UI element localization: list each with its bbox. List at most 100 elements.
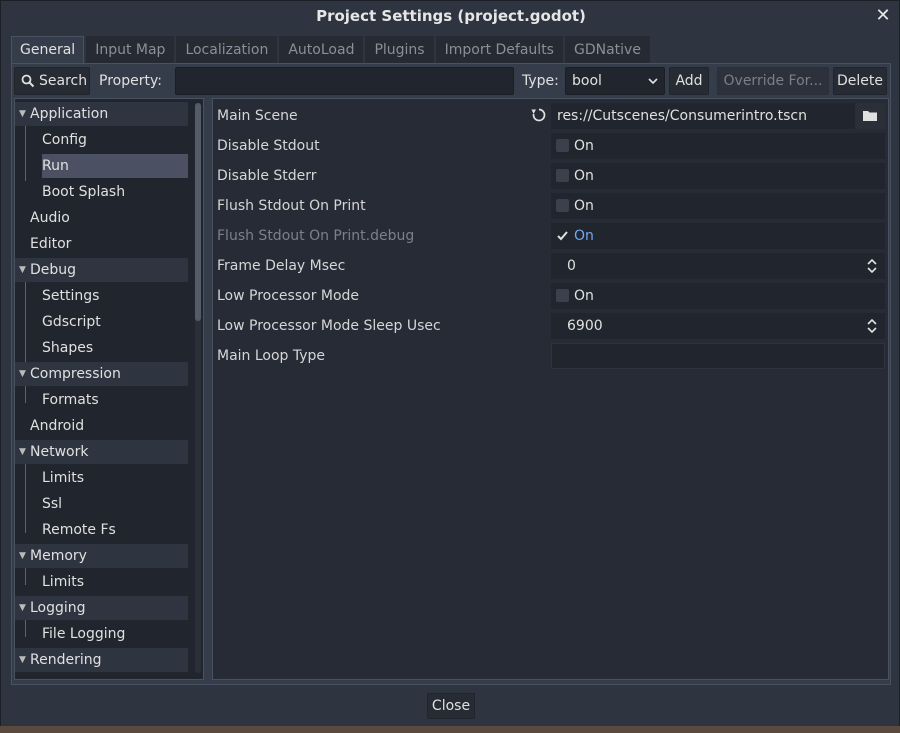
property-row-flush-stdout-debug: Flush Stdout On Print.debug On bbox=[213, 220, 888, 250]
tree-item-debug[interactable]: ▼ Debug bbox=[15, 258, 188, 282]
low-processor-mode-checkbox[interactable]: On bbox=[551, 283, 885, 309]
main-loop-type-input[interactable] bbox=[551, 343, 885, 369]
checkbox-box bbox=[556, 139, 569, 152]
section-tree[interactable]: ▼ Application Config Run Boot Splash Aud… bbox=[14, 98, 204, 680]
close-button[interactable]: Close bbox=[427, 693, 475, 719]
folder-icon bbox=[863, 111, 877, 121]
tree-item-boot-splash[interactable]: Boot Splash bbox=[42, 180, 188, 204]
low-processor-sleep-spinbox[interactable]: 6900 bbox=[551, 313, 885, 339]
tree-item-file-logging[interactable]: File Logging bbox=[42, 622, 188, 646]
tree-item-audio[interactable]: Audio bbox=[30, 206, 188, 230]
tree-item-shapes[interactable]: Shapes bbox=[42, 336, 188, 360]
tree-item-label: Memory bbox=[30, 548, 87, 564]
property-inspector: Main Scene res://Cutscenes/Consumerintro… bbox=[212, 98, 889, 680]
tree-item-editor[interactable]: Editor bbox=[30, 232, 188, 256]
add-button[interactable]: Add bbox=[669, 67, 709, 95]
tree-item-label: Android bbox=[30, 418, 85, 434]
checkbox-label: On bbox=[574, 288, 594, 304]
tab-gdnative[interactable]: GDNative bbox=[564, 36, 650, 64]
tree-item-label: Limits bbox=[42, 470, 84, 486]
tree-item-android[interactable]: Android bbox=[30, 414, 188, 438]
type-label: Type: bbox=[522, 73, 559, 89]
main-scene-path-field[interactable]: res://Cutscenes/Consumerintro.tscn bbox=[551, 103, 885, 129]
tab-import-defaults[interactable]: Import Defaults bbox=[435, 36, 563, 64]
chevron-down-icon: ▼ bbox=[19, 265, 26, 275]
tab-localization[interactable]: Localization bbox=[176, 36, 278, 64]
chevron-down-icon: ▼ bbox=[19, 551, 26, 561]
frame-delay-spinbox[interactable]: 0 bbox=[551, 253, 885, 279]
disable-stdout-checkbox[interactable]: On bbox=[551, 133, 885, 159]
chevron-down-icon bbox=[648, 78, 658, 85]
property-row-main-scene: Main Scene res://Cutscenes/Consumerintro… bbox=[213, 100, 888, 130]
revert-icon[interactable] bbox=[531, 107, 547, 123]
tree-item-compression[interactable]: ▼ Compression bbox=[15, 362, 188, 386]
tree-item-application[interactable]: ▼ Application bbox=[15, 102, 188, 126]
property-label: Property: bbox=[99, 73, 162, 89]
flush-stdout-checkbox[interactable]: On bbox=[551, 193, 885, 219]
main-scene-path: res://Cutscenes/Consumerintro.tscn bbox=[557, 108, 807, 124]
tree-item-remote-fs[interactable]: Remote Fs bbox=[42, 518, 188, 542]
property-name: Low Processor Mode Sleep Usec bbox=[217, 318, 441, 334]
tree-item-label: Application bbox=[30, 106, 109, 122]
tree-connector bbox=[25, 383, 26, 403]
property-name: Main Loop Type bbox=[217, 348, 326, 364]
property-row-frame-delay: Frame Delay Msec 0 bbox=[213, 250, 888, 280]
chevron-down-icon: ▼ bbox=[19, 603, 26, 613]
tree-item-network[interactable]: ▼ Network bbox=[15, 440, 188, 464]
tree-item-settings[interactable]: Settings bbox=[42, 284, 188, 308]
delete-button[interactable]: Delete bbox=[833, 67, 887, 95]
tree-item-memory[interactable]: ▼ Memory bbox=[15, 544, 188, 568]
tree-connector bbox=[25, 565, 26, 585]
spinner-arrows-icon[interactable] bbox=[867, 257, 877, 275]
property-name: Frame Delay Msec bbox=[217, 258, 346, 274]
tree-connector bbox=[25, 617, 26, 637]
tree-connector bbox=[25, 123, 26, 181]
tree-item-label: File Logging bbox=[42, 626, 126, 642]
tree-item-run[interactable]: Run bbox=[42, 154, 188, 178]
tree-item-label: Run bbox=[42, 158, 69, 174]
tree-item-label: Formats bbox=[42, 392, 99, 408]
checkbox-box bbox=[556, 289, 569, 302]
tree-item-label: Rendering bbox=[30, 652, 102, 668]
tree-item-formats[interactable]: Formats bbox=[42, 388, 188, 412]
tree-item-gdscript[interactable]: Gdscript bbox=[42, 310, 188, 334]
tree-scrollbar-thumb[interactable] bbox=[195, 103, 201, 321]
tree-item-memory-limits[interactable]: Limits bbox=[42, 570, 188, 594]
property-row-disable-stdout: Disable Stdout On bbox=[213, 130, 888, 160]
spinner-arrows-icon[interactable] bbox=[867, 317, 877, 335]
property-name: Disable Stdout bbox=[217, 138, 320, 154]
chevron-down-icon: ▼ bbox=[19, 369, 26, 379]
project-settings-window: Project Settings (project.godot) ✕ Gener… bbox=[0, 0, 900, 733]
property-name: Disable Stderr bbox=[217, 168, 317, 184]
tree-item-limits[interactable]: Limits bbox=[42, 466, 188, 490]
checkbox-box bbox=[556, 169, 569, 182]
override-for-button[interactable]: Override For... bbox=[717, 67, 829, 95]
tree-item-logging[interactable]: ▼ Logging bbox=[15, 596, 188, 620]
tab-autoload[interactable]: AutoLoad bbox=[279, 36, 364, 64]
tab-general[interactable]: General bbox=[11, 36, 85, 64]
property-input[interactable] bbox=[175, 67, 514, 95]
tree-item-config[interactable]: Config bbox=[42, 128, 188, 152]
flush-stdout-debug-checkbox[interactable]: On bbox=[551, 223, 885, 249]
browse-button[interactable] bbox=[855, 103, 885, 129]
search-button[interactable]: Search bbox=[14, 67, 90, 95]
chevron-down-icon: ▼ bbox=[19, 109, 26, 119]
background-strip bbox=[0, 726, 900, 733]
checkbox-box bbox=[556, 229, 569, 242]
tree-connector bbox=[25, 461, 26, 533]
checkbox-label: On bbox=[574, 228, 594, 244]
property-name: Flush Stdout On Print bbox=[217, 198, 366, 214]
tab-input-map[interactable]: Input Map bbox=[86, 36, 175, 64]
tree-item-rendering[interactable]: ▼ Rendering bbox=[15, 648, 188, 672]
disable-stderr-checkbox[interactable]: On bbox=[551, 163, 885, 189]
tree-item-ssl[interactable]: Ssl bbox=[42, 492, 188, 516]
close-icon[interactable]: ✕ bbox=[874, 5, 892, 27]
tree-item-label: Audio bbox=[30, 210, 70, 226]
checkbox-label: On bbox=[574, 198, 594, 214]
property-row-flush-stdout: Flush Stdout On Print On bbox=[213, 190, 888, 220]
tree-item-label: Boot Splash bbox=[42, 184, 126, 200]
type-select[interactable]: bool bbox=[565, 67, 665, 95]
tree-item-label: Network bbox=[30, 444, 89, 460]
tab-plugins[interactable]: Plugins bbox=[365, 36, 434, 64]
checkbox-label: On bbox=[574, 138, 594, 154]
